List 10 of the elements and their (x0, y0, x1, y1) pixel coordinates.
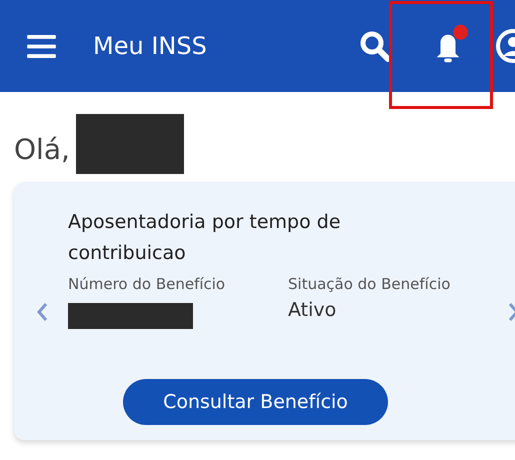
chevron-left-icon[interactable] (36, 302, 48, 322)
field-value: Ativo (288, 299, 338, 321)
field-label: Número do Benefício (68, 275, 226, 293)
app-title: Meu INSS (93, 32, 208, 60)
search-icon[interactable] (359, 30, 391, 62)
consult-button[interactable]: Consultar Benefício (123, 379, 388, 425)
menu-icon[interactable] (27, 34, 56, 58)
greeting-text: Olá, (14, 132, 70, 166)
benefit-title: Aposentadoria por tempo de contribuicao (68, 210, 342, 266)
field-label: Situação do Benefício (288, 275, 452, 293)
